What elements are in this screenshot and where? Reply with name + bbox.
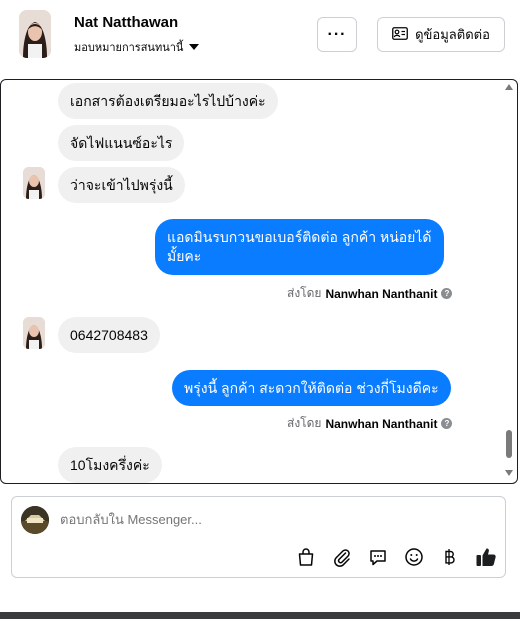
incoming-message[interactable]: ว่าจะเข้าไปพรุ่งนี้ <box>58 167 185 203</box>
caret-down-icon <box>189 44 200 50</box>
incoming-message[interactable]: 10โมงครึ่งค่ะ <box>58 447 162 483</box>
more-options-button[interactable]: ··· <box>317 17 357 52</box>
info-icon[interactable]: ? <box>441 288 453 299</box>
scroll-up-arrow-icon[interactable] <box>505 84 513 90</box>
sent-by-prefix: ส่งโดย <box>287 286 322 300</box>
baht-icon[interactable] <box>438 545 462 569</box>
contact-avatar-small <box>23 317 45 349</box>
incoming-message[interactable]: เอกสารต้องเตรียมอะไรไปบ้างค่ะ <box>58 83 278 119</box>
conversation-header: Nat Natthawan มอบหมายการสนทนานี้ ··· ดูข… <box>0 0 520 78</box>
info-icon[interactable]: ? <box>441 418 453 429</box>
sent-by-label: ส่งโดย Nanwhan Nanthanit ? <box>287 284 453 303</box>
outgoing-message-line: แอดมินรบกวนขอเบอร์ติดต่อ ลูกค้า หน่อยได้ <box>167 229 432 245</box>
sent-by-label: ส่งโดย Nanwhan Nanthanit ? <box>287 414 453 433</box>
incoming-message[interactable]: 0642708483 <box>58 317 160 353</box>
sender-name: Nanwhan Nanthanit <box>325 416 438 431</box>
scroll-thumb[interactable] <box>506 430 512 458</box>
incoming-message[interactable]: จัดไฟแนนซ์อะไร <box>58 125 185 161</box>
thumbs-up-icon[interactable] <box>474 545 498 569</box>
assign-conversation-dropdown[interactable]: มอบหมายการสนทนานี้ <box>74 38 200 56</box>
contact-name: Nat Natthawan <box>74 14 179 31</box>
shopping-bag-icon[interactable] <box>294 545 318 569</box>
view-contact-button[interactable]: ดูข้อมูลติดต่อ <box>377 17 505 52</box>
contact-avatar[interactable] <box>19 10 51 58</box>
composer-toolbar <box>294 545 498 569</box>
outgoing-message[interactable]: พรุ่งนี้ ลูกค้า สะดวกให้ติดต่อ ช่วงกี่โม… <box>172 370 451 406</box>
sender-name: Nanwhan Nanthanit <box>325 286 438 301</box>
ellipsis-icon: ··· <box>327 25 347 43</box>
outgoing-message-line: มั้ยคะ <box>167 248 202 264</box>
sent-by-prefix: ส่งโดย <box>287 416 322 430</box>
window-bottom-edge <box>0 612 520 619</box>
reply-composer <box>11 496 506 578</box>
view-contact-label: ดูข้อมูลติดต่อ <box>415 27 490 42</box>
assign-label: มอบหมายการสนทนานี้ <box>74 42 184 54</box>
message-thread[interactable]: เอกสารต้องเตรียมอะไรไปบ้างค่ะ จัดไฟแนนซ์… <box>0 79 518 484</box>
reply-input[interactable] <box>60 512 460 527</box>
conversation-panel: Nat Natthawan มอบหมายการสนทนานี้ ··· ดูข… <box>0 0 520 612</box>
saved-replies-icon[interactable] <box>366 545 390 569</box>
page-avatar <box>21 506 49 534</box>
chat-scrollbar[interactable] <box>503 80 515 482</box>
emoji-icon[interactable] <box>402 545 426 569</box>
paperclip-icon[interactable] <box>330 545 354 569</box>
outgoing-message[interactable]: แอดมินรบกวนขอเบอร์ติดต่อ ลูกค้า หน่อยได้… <box>155 219 444 275</box>
contact-avatar-small <box>23 167 45 199</box>
scroll-down-arrow-icon[interactable] <box>505 470 513 476</box>
contact-card-icon <box>392 26 408 43</box>
